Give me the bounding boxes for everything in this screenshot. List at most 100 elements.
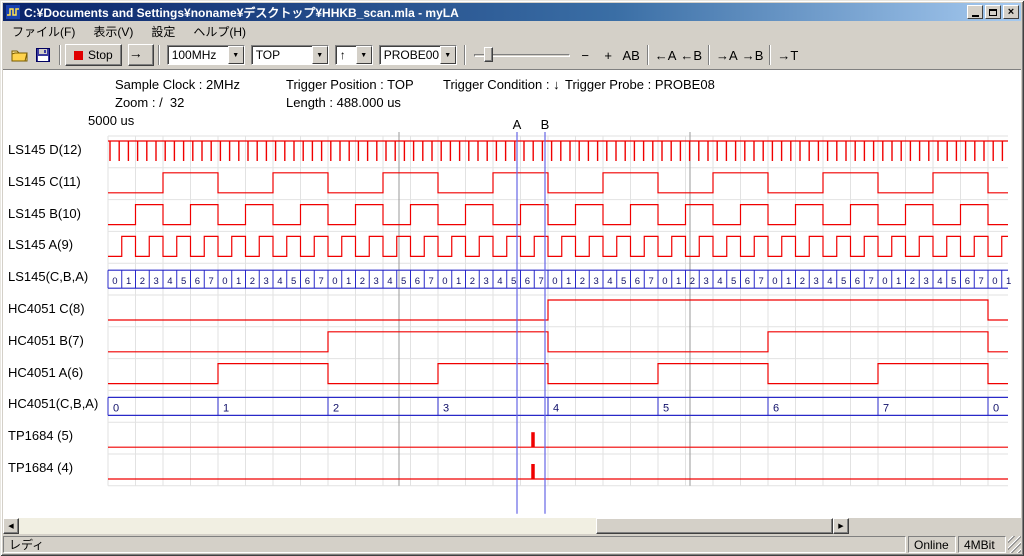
trigger-position-value: TOP xyxy=(252,46,312,64)
svg-text:3: 3 xyxy=(813,276,818,287)
channel-label: LS145 B(10) xyxy=(8,206,81,221)
svg-text:0: 0 xyxy=(882,276,887,287)
trigger-probe-text: Trigger Probe : PROBE08 xyxy=(565,77,715,92)
set-a-button[interactable]: →A xyxy=(714,44,740,66)
svg-text:4: 4 xyxy=(497,276,502,287)
svg-text:0: 0 xyxy=(662,276,667,287)
probe-value: PROBE00 xyxy=(380,46,440,64)
goto-b-button[interactable]: ←B xyxy=(678,44,704,66)
trigger-position-select[interactable]: TOP ▼ xyxy=(251,45,329,65)
svg-text:6: 6 xyxy=(305,276,310,287)
channel-label: LS145 C(11) xyxy=(8,174,81,189)
zoom-out-button[interactable]: − xyxy=(574,44,597,66)
svg-text:1: 1 xyxy=(566,276,571,287)
svg-text:3: 3 xyxy=(923,276,928,287)
status-online-badge: Online xyxy=(908,536,956,553)
close-button[interactable]: × xyxy=(1003,5,1019,19)
svg-text:7: 7 xyxy=(538,276,543,287)
zoom-slider[interactable] xyxy=(474,44,570,66)
horizontal-scrollbar[interactable]: ◀ ▶ xyxy=(3,518,849,534)
svg-text:2: 2 xyxy=(360,276,365,287)
svg-text:6: 6 xyxy=(965,276,970,287)
main-content: Sample Clock : 2MHz Trigger Position : T… xyxy=(3,70,1021,518)
sample-clock-text: Sample Clock : 2MHz xyxy=(115,77,240,92)
open-folder-icon xyxy=(11,49,28,62)
zoom-slider-thumb[interactable] xyxy=(484,47,493,62)
svg-text:1: 1 xyxy=(236,276,241,287)
channel-label: LS145 A(9) xyxy=(8,237,73,252)
timing-plot[interactable]: LS145 D(12)LS145 C(11)LS145 B(10)LS145 A… xyxy=(3,118,1021,518)
scroll-thumb[interactable] xyxy=(596,518,833,534)
clock-value: 100MHz xyxy=(168,46,228,64)
timing-plot-svg[interactable]: 0123456701234567012345670123456701234567… xyxy=(3,118,1021,518)
goto-trigger-button[interactable]: →T xyxy=(775,44,800,66)
probe-select[interactable]: PROBE00 ▼ xyxy=(379,45,457,65)
chevron-down-icon[interactable]: ▼ xyxy=(356,46,372,64)
chevron-down-icon[interactable]: ▼ xyxy=(440,46,456,64)
edge-select[interactable]: ↑ ▼ xyxy=(335,45,373,65)
svg-text:2: 2 xyxy=(800,276,805,287)
chevron-down-icon[interactable]: ▼ xyxy=(228,46,244,64)
trigger-position-text: Trigger Position : TOP xyxy=(286,77,414,92)
scroll-track[interactable] xyxy=(19,518,833,534)
svg-text:4: 4 xyxy=(387,276,392,287)
svg-text:1: 1 xyxy=(676,276,681,287)
svg-text:6: 6 xyxy=(773,402,779,414)
zoom-in-button[interactable]: + xyxy=(597,44,620,66)
menu-view[interactable]: 表示(V) xyxy=(84,21,142,42)
svg-text:1: 1 xyxy=(126,276,131,287)
svg-text:7: 7 xyxy=(978,276,983,287)
minimize-button[interactable] xyxy=(967,5,983,19)
stop-icon xyxy=(74,51,83,60)
open-button[interactable] xyxy=(7,44,31,66)
status-ready-text: レディ xyxy=(3,536,906,553)
svg-text:4: 4 xyxy=(827,276,832,287)
svg-text:3: 3 xyxy=(443,402,449,414)
svg-text:3: 3 xyxy=(483,276,488,287)
svg-text:7: 7 xyxy=(208,276,213,287)
svg-text:4: 4 xyxy=(937,276,942,287)
svg-text:5: 5 xyxy=(181,276,186,287)
menu-settings[interactable]: 設定 xyxy=(142,21,184,42)
svg-text:5: 5 xyxy=(401,276,406,287)
resize-grip[interactable] xyxy=(1008,536,1021,553)
toolbar-separator xyxy=(769,45,771,65)
save-button[interactable] xyxy=(31,44,55,66)
maximize-button[interactable] xyxy=(985,5,1001,19)
svg-text:0: 0 xyxy=(222,276,227,287)
statusbar: レディ Online 4MBit xyxy=(3,536,1021,553)
svg-text:7: 7 xyxy=(318,276,323,287)
chevron-down-icon[interactable]: ▼ xyxy=(312,46,328,64)
svg-text:3: 3 xyxy=(373,276,378,287)
ab-button[interactable]: AB xyxy=(620,44,643,66)
svg-text:7: 7 xyxy=(868,276,873,287)
svg-text:1: 1 xyxy=(346,276,351,287)
svg-text:4: 4 xyxy=(277,276,282,287)
run-button[interactable]: → xyxy=(128,44,154,66)
menu-help[interactable]: ヘルプ(H) xyxy=(184,21,255,42)
svg-text:5: 5 xyxy=(511,276,516,287)
svg-text:2: 2 xyxy=(140,276,145,287)
zoom-text: Zoom : / 32 xyxy=(115,95,184,110)
toolbar-separator xyxy=(59,45,61,65)
clock-select[interactable]: 100MHz ▼ xyxy=(167,45,245,65)
svg-text:6: 6 xyxy=(635,276,640,287)
svg-text:7: 7 xyxy=(883,402,889,414)
svg-text:1: 1 xyxy=(786,276,791,287)
svg-text:1: 1 xyxy=(1006,276,1011,287)
scroll-right-button[interactable]: ▶ xyxy=(833,518,849,534)
svg-text:0: 0 xyxy=(992,276,997,287)
channel-label: HC4051 B(7) xyxy=(8,333,84,348)
edge-value: ↑ xyxy=(336,46,356,64)
stop-button[interactable]: Stop xyxy=(65,44,122,66)
svg-text:7: 7 xyxy=(758,276,763,287)
svg-text:4: 4 xyxy=(553,402,559,414)
goto-a-button[interactable]: ←A xyxy=(653,44,679,66)
app-icon xyxy=(6,5,20,19)
titlebar[interactable]: C:¥Documents and Settings¥noname¥デスクトップ¥… xyxy=(3,3,1021,21)
svg-text:6: 6 xyxy=(745,276,750,287)
scroll-left-button[interactable]: ◀ xyxy=(3,518,19,534)
menu-file[interactable]: ファイル(F) xyxy=(3,21,84,42)
svg-text:6: 6 xyxy=(415,276,420,287)
set-b-button[interactable]: →B xyxy=(740,44,766,66)
